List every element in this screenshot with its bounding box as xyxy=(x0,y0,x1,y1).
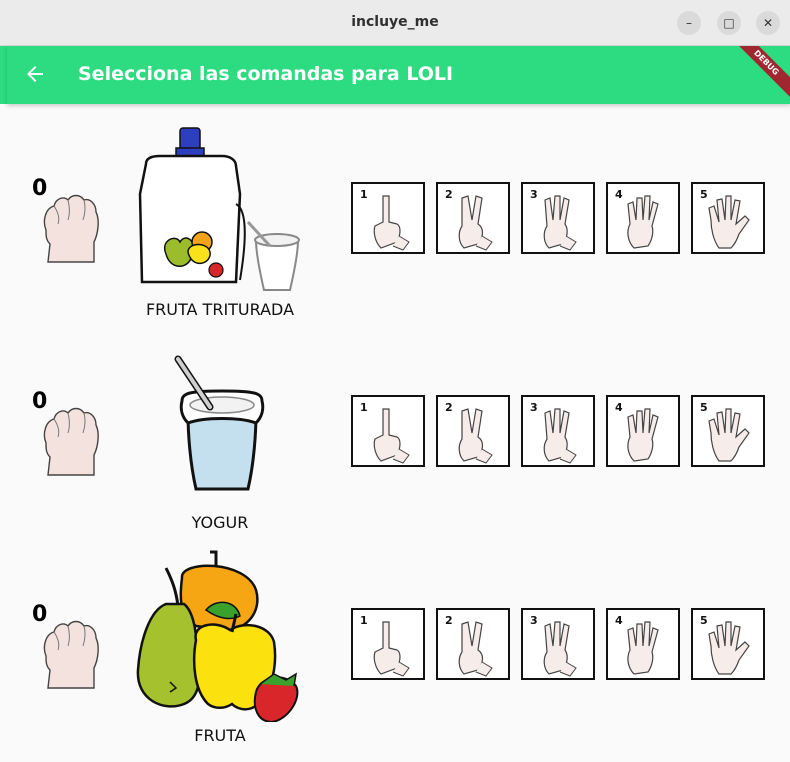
fruit-assortment-icon xyxy=(136,550,299,722)
number-button-4[interactable]: 4 xyxy=(606,395,680,467)
minimize-button[interactable]: – xyxy=(677,11,701,35)
close-button[interactable]: ✕ xyxy=(756,11,780,35)
maximize-icon: □ xyxy=(723,16,735,30)
close-icon: ✕ xyxy=(762,16,774,30)
one-finger-hand-icon xyxy=(373,195,410,251)
maximize-button[interactable]: □ xyxy=(717,11,741,35)
app-bar: Selecciona las comandas para LOLI DEBUG xyxy=(7,46,790,104)
window-edge xyxy=(0,46,7,104)
order-row-fruta-triturada: 0 FRUTA TRITURADA 1 2 3 4 5 xyxy=(0,104,790,319)
minimize-icon: – xyxy=(686,16,692,30)
one-finger-hand-icon xyxy=(373,621,410,677)
one-finger-hand-icon xyxy=(373,408,410,464)
three-fingers-hand-icon xyxy=(543,408,577,464)
two-fingers-hand-icon xyxy=(458,195,493,251)
window-titlebar: incluye_me – □ ✕ xyxy=(0,0,790,46)
closed-fist-icon[interactable] xyxy=(38,190,104,264)
number-button-5[interactable]: 5 xyxy=(691,395,765,467)
three-fingers-hand-icon xyxy=(543,621,577,677)
closed-fist-icon[interactable] xyxy=(38,616,104,690)
number-button-1[interactable]: 1 xyxy=(351,395,425,467)
four-fingers-hand-icon xyxy=(627,195,659,249)
closed-fist-icon[interactable] xyxy=(38,403,104,477)
four-fingers-hand-icon xyxy=(627,621,659,675)
number-button-3[interactable]: 3 xyxy=(521,608,595,680)
number-button-1[interactable]: 1 xyxy=(351,608,425,680)
number-button-2[interactable]: 2 xyxy=(436,608,510,680)
yogurt-cup-icon xyxy=(174,355,265,491)
two-fingers-hand-icon xyxy=(458,408,493,464)
order-row-fruta: 0 FRUTA 1 2 3 4 5 xyxy=(0,530,790,745)
number-button-4[interactable]: 4 xyxy=(606,608,680,680)
number-button-2[interactable]: 2 xyxy=(436,182,510,254)
number-button-5[interactable]: 5 xyxy=(691,182,765,254)
debug-banner: DEBUG xyxy=(727,46,790,102)
open-hand-icon xyxy=(708,621,750,675)
number-button-5[interactable]: 5 xyxy=(691,608,765,680)
number-button-3[interactable]: 3 xyxy=(521,182,595,254)
window-title: incluye_me xyxy=(351,14,439,30)
open-hand-icon xyxy=(708,408,750,462)
number-button-3[interactable]: 3 xyxy=(521,395,595,467)
number-button-4[interactable]: 4 xyxy=(606,182,680,254)
page-title: Selecciona las comandas para LOLI xyxy=(78,63,454,85)
number-button-2[interactable]: 2 xyxy=(436,395,510,467)
arrow-back-icon[interactable] xyxy=(23,62,47,86)
food-label: FRUTA xyxy=(194,726,246,745)
three-fingers-hand-icon xyxy=(543,195,577,251)
two-fingers-hand-icon xyxy=(458,621,493,677)
four-fingers-hand-icon xyxy=(627,408,659,462)
open-hand-icon xyxy=(708,195,750,249)
order-row-yogur: 0 YOGUR 1 2 3 4 5 xyxy=(0,317,790,532)
fruit-puree-pouch-icon xyxy=(138,127,300,291)
number-button-1[interactable]: 1 xyxy=(351,182,425,254)
